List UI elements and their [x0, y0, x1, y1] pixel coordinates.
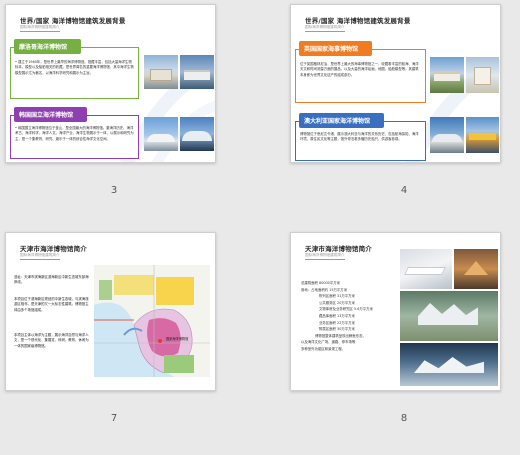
description-text: 本项目主体以海洋为主题，展示海洋自然与海洋人文，是一个现代化、集展览、科研、教育… [14, 333, 89, 348]
museum-photo [430, 117, 464, 153]
slide-title: 世界/国家 海洋博物馆建筑发展背景 [20, 17, 126, 25]
slide-thumbnail-7[interactable]: 天津市海洋博物馆简介 国际海洋博物馆建筑简介 选址：天津市滨海新区滨海新区中新生… [5, 232, 216, 391]
section-tag-australia: 澳大利亚国家海洋博物馆 [299, 113, 385, 128]
slide-number: 3 [110, 185, 118, 196]
location-text: 选址：天津市滨海新区滨海新区中新生态城东部海岸线。 [14, 275, 89, 285]
museum-photo [466, 57, 499, 93]
slide-subtitle: 国际海洋博物馆建筑简介 [305, 253, 345, 257]
description-text: 本项目位于滨海新区规划的中新生态城，与滨海旅游区相邻，是天津的又一大标志性建筑。… [14, 297, 89, 312]
slide-subtitle: 国际海洋博物馆建筑简介 [20, 253, 60, 257]
section-tag-morocco: 摩洛哥海洋博物馆 [14, 39, 82, 54]
section-tag-uk: 英国国家海事博物馆 [299, 41, 373, 56]
rendering-collage [400, 249, 498, 386]
rendering-image [454, 249, 498, 289]
stat-line: 以及海洋文化广场、道路、停车场等 [301, 340, 356, 345]
slide-title: 世界/国家 海洋博物馆建筑发展背景 [305, 17, 411, 25]
section-body: • 建立于1960年，是世界上最早的海洋博物馆。馆藏丰富，包括大量海洋生物标本、… [15, 60, 134, 75]
title-divider [20, 259, 60, 260]
slide-number: 7 [110, 413, 118, 424]
slide-title: 天津市海洋博物馆简介 [20, 245, 87, 253]
section-box-morocco: • 建立于1960年，是世界上最早的海洋博物馆。馆藏丰富，包括大量海洋生物标本、… [10, 47, 139, 99]
museum-photo [180, 117, 214, 151]
site-map [94, 265, 210, 377]
title-divider [305, 31, 345, 32]
museum-photo [144, 55, 178, 89]
stats-list: 总建筑面积 80000平方米 用地：占地面积约 15万平方米 陈列区面积 31万… [301, 281, 397, 354]
museum-photo [144, 117, 178, 151]
stat-line: 文物库房及业务研究区 5.6万平方米 [319, 307, 373, 312]
stat-line: 藏品库面积 13万平方米 [319, 313, 355, 318]
museum-photo [430, 57, 464, 93]
stat-line: 公共服务区 20万平方米 [319, 300, 355, 305]
section-box-uk: 位于英国格林尼治，是世界上最大的海事博物馆之一，收藏着丰富的航海、海洋天文和时间… [295, 49, 426, 103]
slide-subtitle: 国际海洋博物馆建筑简介 [20, 25, 60, 29]
stat-line: 博物馆整体建筑呈现出鲸鱼形态， [315, 333, 366, 338]
title-divider [20, 31, 60, 32]
section-body: 位于英国格林尼治，是世界上最大的海事博物馆之一，收藏着丰富的航海、海洋天文和时间… [300, 62, 419, 77]
stat-line: 多种室外功能区和景观工程。 [301, 346, 346, 351]
section-body: • 韩国国立海洋博物馆位于釜山，是全国最大的海洋博物馆。集海洋历史、海洋考古、海… [15, 126, 134, 141]
slide-title: 天津市海洋博物馆简介 [305, 245, 372, 253]
slide-thumbnail-4[interactable]: 世界/国家 海洋博物馆建筑发展背景 国际海洋博物馆建筑简介 位于英国格林尼治，是… [290, 4, 501, 163]
rendering-image [400, 343, 498, 386]
stat-line: 附属区面积 30万平方米 [319, 327, 355, 332]
stat-line: 总建筑面积 80000平方米 [301, 281, 340, 285]
stat-line: 用地：占地面积约 15万平方米 [301, 287, 348, 292]
slide-thumbnail-3[interactable]: 世界/国家 海洋博物馆建筑发展背景 国际海洋博物馆建筑简介 • 建立于1960年… [5, 4, 216, 163]
slide-thumbnail-8[interactable]: 天津市海洋博物馆简介 国际海洋博物馆建筑简介 总建筑面积 80000平方米 用地… [290, 232, 501, 391]
map-label: 国家海洋博物馆 [166, 337, 189, 341]
rendering-image [400, 249, 452, 289]
slide-number: 4 [400, 185, 408, 196]
slide-subtitle: 国际海洋博物馆建筑简介 [305, 25, 345, 29]
title-divider [305, 259, 345, 260]
stat-line: 陈列区面积 31万平方米 [319, 294, 355, 299]
rendering-image [400, 291, 498, 341]
stat-line: 业务区面积 22万平方米 [319, 320, 355, 325]
slide-number: 8 [400, 413, 408, 424]
section-body: 博物馆位于悉尼达令港，展示澳大利亚与海洋的关系历史，包括航海探险、海洋环境、原住… [300, 132, 419, 142]
museum-photo [180, 55, 214, 89]
section-tag-korea: 韩国国立海洋博物馆 [14, 107, 88, 122]
museum-photo [466, 117, 499, 153]
